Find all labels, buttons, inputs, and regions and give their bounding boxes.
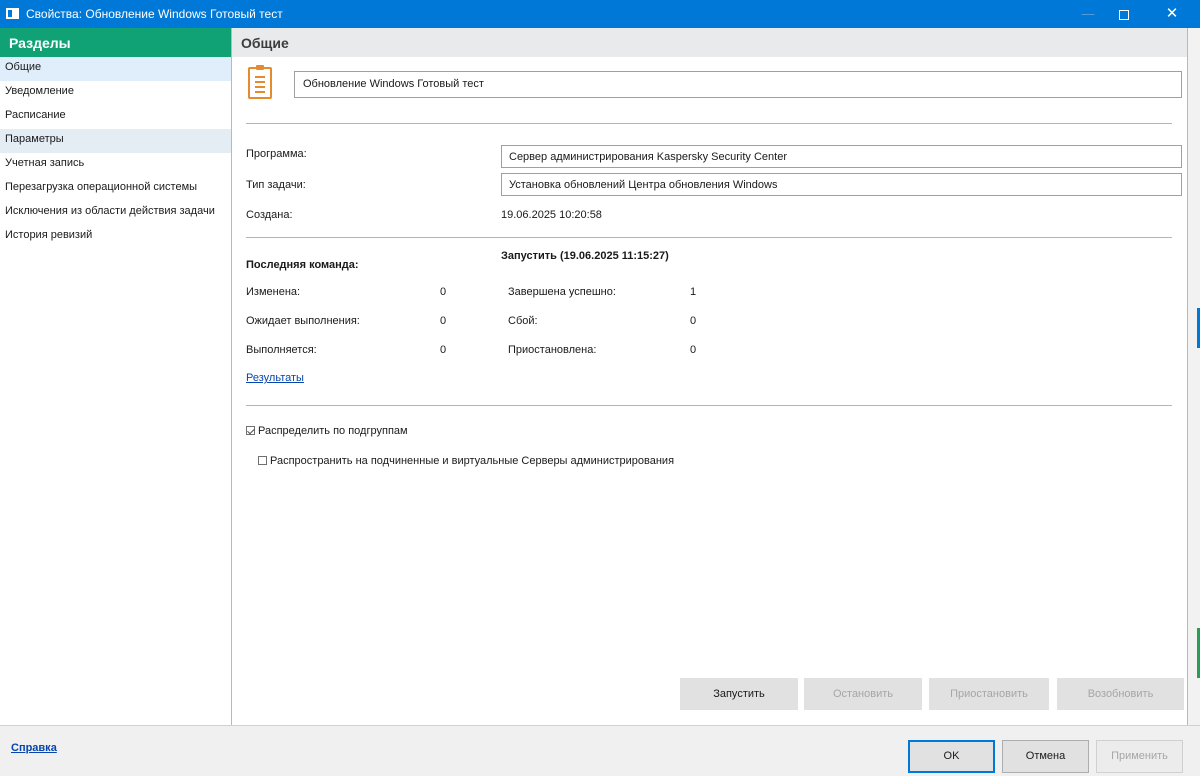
running-label: Выполняется: <box>246 344 317 356</box>
minimize-button[interactable]: — <box>1070 0 1106 28</box>
spread-servers-label: Распространить на подчиненные и виртуаль… <box>270 455 675 467</box>
sidebar-item-revision-history[interactable]: История ревизий <box>0 225 231 249</box>
window-title: Свойства: Обновление Windows Готовый тес… <box>26 7 283 21</box>
sidebar-item-schedule[interactable]: Расписание <box>0 105 231 129</box>
checkbox-unchecked-icon <box>258 456 267 465</box>
spread-servers-checkbox[interactable]: Распространить на подчиненные и виртуаль… <box>258 455 674 467</box>
background-window-edge <box>1188 28 1200 725</box>
program-field[interactable]: Сервер администрирования Kaspersky Secur… <box>501 145 1182 168</box>
divider <box>246 237 1172 238</box>
sidebar-item-exclusions[interactable]: Исключения из области действия задачи <box>0 201 231 225</box>
window-app-icon <box>6 8 19 19</box>
task-name-field[interactable]: Обновление Windows Готовый тест <box>294 71 1182 98</box>
sidebar-item-account[interactable]: Учетная запись <box>0 153 231 177</box>
sidebar-header: Разделы <box>0 28 231 57</box>
help-link[interactable]: Справка <box>11 742 57 754</box>
maximize-icon <box>1119 9 1129 20</box>
program-label: Программа: <box>246 148 307 160</box>
task-type-label: Тип задачи: <box>246 179 306 191</box>
maximize-button[interactable] <box>1106 0 1142 28</box>
succeeded-label: Завершена успешно: <box>508 286 616 298</box>
distribute-subgroups-checkbox[interactable]: Распределить по подгруппам <box>246 425 408 437</box>
title-bar: Свойства: Обновление Windows Готовый тес… <box>0 0 1200 28</box>
resume-button[interactable]: Возобновить <box>1057 678 1184 710</box>
changed-value: 0 <box>440 286 447 298</box>
failed-value: 0 <box>690 315 697 327</box>
last-command-value: Запустить (19.06.2025 11:15:27) <box>501 250 669 262</box>
results-link[interactable]: Результаты <box>246 372 304 384</box>
created-value: 19.06.2025 10:20:58 <box>501 209 602 221</box>
divider <box>246 123 1172 124</box>
changed-label: Изменена: <box>246 286 301 298</box>
pending-value: 0 <box>440 315 447 327</box>
close-button[interactable]: ✕ <box>1154 0 1190 28</box>
pause-button[interactable]: Приостановить <box>929 678 1049 710</box>
dialog-footer: Справка OK Отмена Применить <box>0 725 1200 776</box>
sidebar-item-general[interactable]: Общие <box>0 57 231 81</box>
running-value: 0 <box>440 344 447 356</box>
ok-button[interactable]: OK <box>908 740 995 773</box>
paused-label: Приостановлена: <box>508 344 597 356</box>
created-label: Создана: <box>246 209 293 221</box>
succeeded-value: 1 <box>690 286 697 298</box>
distribute-subgroups-label: Распределить по подгруппам <box>258 425 408 437</box>
sidebar-item-notification[interactable]: Уведомление <box>0 81 231 105</box>
task-type-field[interactable]: Установка обновлений Центра обновления W… <box>501 173 1182 196</box>
sidebar-item-os-restart[interactable]: Перезагрузка операционной системы <box>0 177 231 201</box>
main-panel: Общие Обновление Windows Готовый тест Пр… <box>232 28 1187 725</box>
stop-button[interactable]: Остановить <box>804 678 922 710</box>
cancel-button[interactable]: Отмена <box>1002 740 1089 773</box>
task-clipboard-icon <box>248 65 272 99</box>
failed-label: Сбой: <box>508 315 538 327</box>
section-title: Общие <box>232 28 1187 57</box>
sidebar-item-parameters[interactable]: Параметры <box>0 129 231 153</box>
pending-label: Ожидает выполнения: <box>246 315 360 327</box>
apply-button[interactable]: Применить <box>1096 740 1183 773</box>
paused-value: 0 <box>690 344 697 356</box>
start-button[interactable]: Запустить <box>680 678 798 710</box>
checkbox-checked-icon <box>246 426 255 435</box>
divider <box>246 405 1172 406</box>
sections-sidebar: Разделы Общие Уведомление Расписание Пар… <box>0 28 231 725</box>
last-command-label: Последняя команда: <box>246 259 359 271</box>
